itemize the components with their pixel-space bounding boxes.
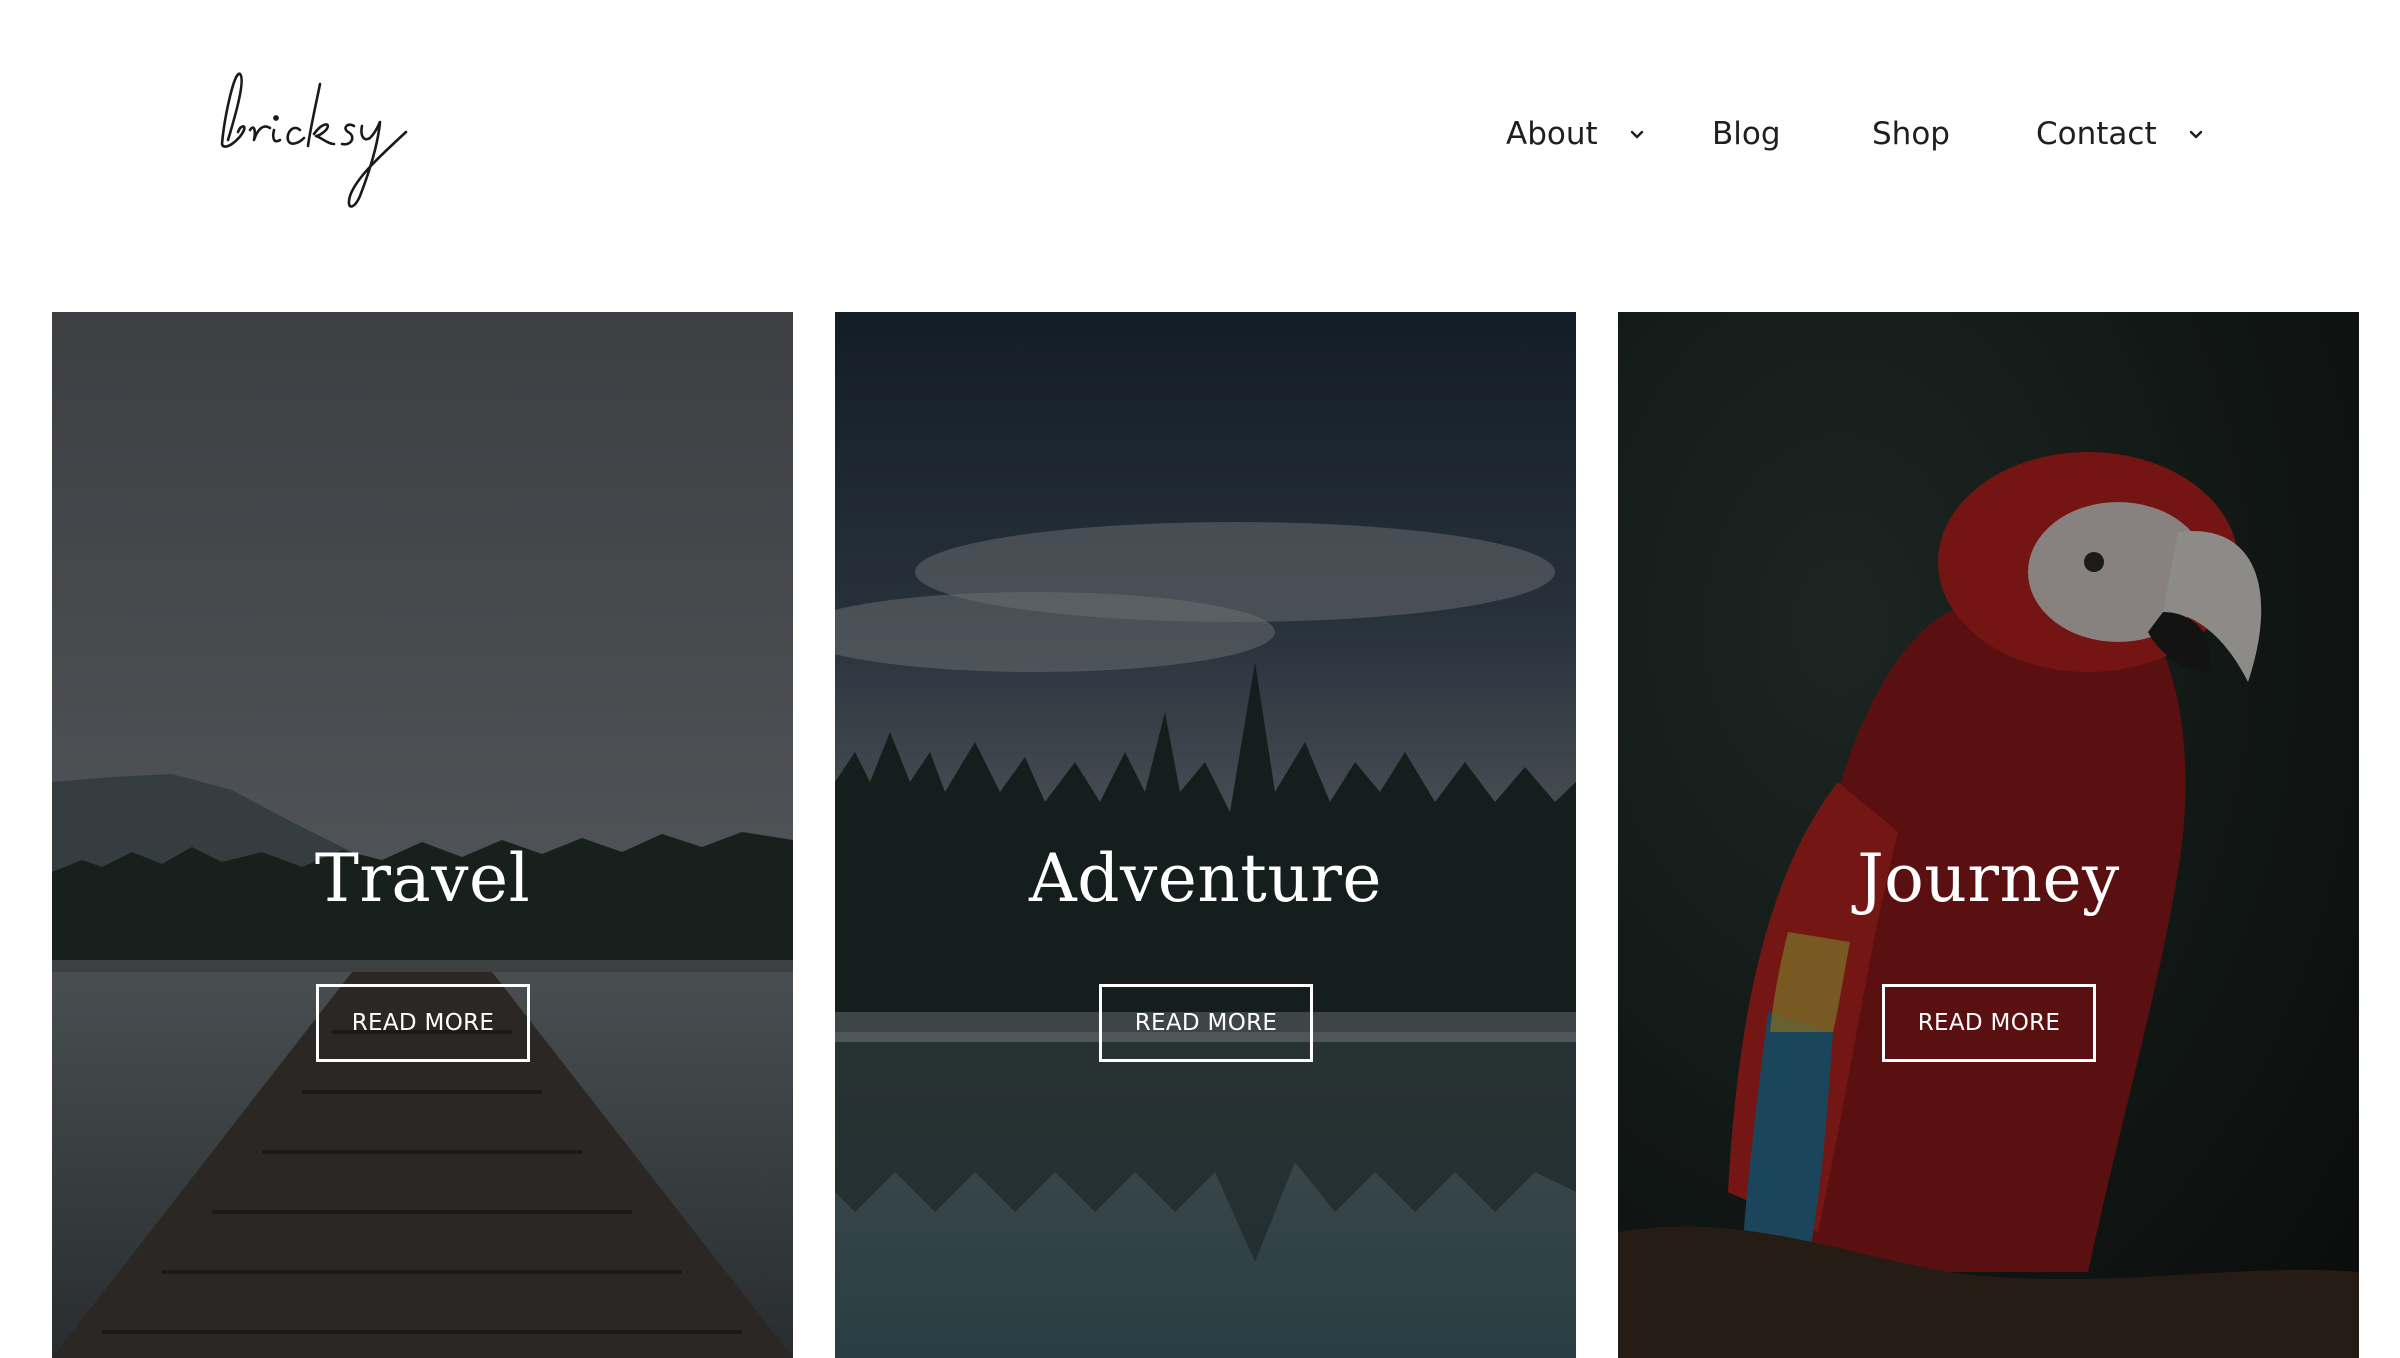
misty-forest-lake-photo	[835, 312, 1576, 1358]
chevron-down-icon[interactable]	[1628, 125, 1646, 143]
nav-item-contact[interactable]: Contact	[2036, 108, 2205, 160]
main-nav: About Blog Shop Contact	[0, 108, 2400, 160]
card-travel: Travel READ MORE	[52, 312, 793, 1358]
read-more-button[interactable]: READ MORE	[1882, 984, 2096, 1062]
lake-dock-photo	[52, 312, 793, 1358]
site-header: About Blog Shop Contact	[0, 0, 2400, 310]
nav-item-about[interactable]: About	[1506, 108, 1646, 160]
read-more-button[interactable]: READ MORE	[1099, 984, 1313, 1062]
nav-item-label: Contact	[2036, 116, 2157, 152]
chevron-down-icon[interactable]	[2187, 125, 2205, 143]
nav-item-label: Blog	[1712, 116, 1781, 152]
card-adventure: Adventure READ MORE	[835, 312, 1576, 1358]
card-title: Journey	[1857, 840, 2120, 917]
nav-item-shop[interactable]: Shop	[1872, 108, 1950, 160]
nav-item-label: Shop	[1872, 116, 1950, 152]
nav-item-blog[interactable]: Blog	[1712, 108, 1781, 160]
card-title: Adventure	[1029, 840, 1382, 917]
macaw-parrot-photo	[1618, 312, 2359, 1358]
nav-item-label: About	[1506, 116, 1598, 152]
read-more-button[interactable]: READ MORE	[316, 984, 530, 1062]
card-journey: Journey READ MORE	[1618, 312, 2359, 1358]
card-title: Travel	[314, 840, 531, 917]
